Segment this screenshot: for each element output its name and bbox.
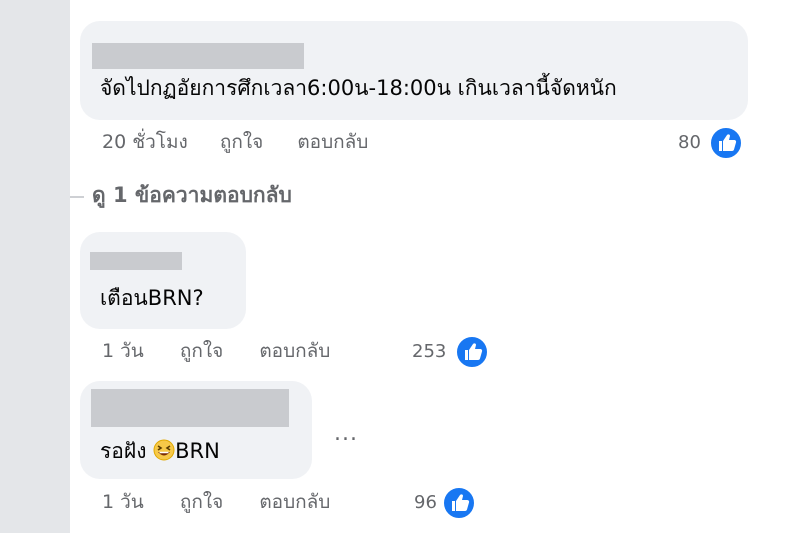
like-button[interactable]: ถูกใจ bbox=[220, 133, 263, 152]
comment-text: รอฝัง BRN bbox=[100, 439, 220, 462]
reply-button[interactable]: ตอบกลับ bbox=[259, 493, 330, 512]
view-replies-link[interactable]: ดู 1 ข้อความตอบกลับ bbox=[92, 185, 292, 206]
comment-text-prefix: รอฝัง bbox=[100, 439, 147, 463]
comment-actions-1: 20 ชั่วโมง ถูกใจ ตอบกลับ bbox=[102, 133, 368, 152]
comment-actions-2: 1 วัน ถูกใจ ตอบกลับ bbox=[102, 342, 330, 361]
author-name-redacted[interactable] bbox=[92, 43, 304, 69]
comment-text: จัดไปกฏอัยการศึกเวลา6:00น-18:00น เกินเวล… bbox=[100, 76, 617, 100]
reaction-count[interactable]: 96 bbox=[414, 494, 437, 512]
comment-timestamp[interactable]: 1 วัน bbox=[102, 493, 144, 512]
like-icon[interactable] bbox=[709, 126, 743, 160]
reaction-count[interactable]: 253 bbox=[412, 343, 446, 361]
grinning-squinting-face-icon bbox=[153, 439, 175, 461]
comment-text-suffix: BRN bbox=[175, 439, 220, 463]
more-options-button[interactable]: ... bbox=[334, 423, 358, 445]
side-panel-edge bbox=[0, 0, 70, 533]
comment-timestamp[interactable]: 20 ชั่วโมง bbox=[102, 133, 188, 152]
comment-actions-3: 1 วัน ถูกใจ ตอบกลับ bbox=[102, 493, 330, 512]
reaction-count[interactable]: 80 bbox=[678, 134, 701, 152]
comment-bubble-1: จัดไปกฏอัยการศึกเวลา6:00น-18:00น เกินเวล… bbox=[80, 21, 748, 120]
reply-button[interactable]: ตอบกลับ bbox=[297, 133, 368, 152]
comment-bubble-2: เตือนBRN? bbox=[80, 232, 246, 329]
comment-text: เตือนBRN? bbox=[100, 286, 204, 310]
like-button[interactable]: ถูกใจ bbox=[180, 493, 223, 512]
reply-button[interactable]: ตอบกลับ bbox=[259, 342, 330, 361]
like-icon[interactable] bbox=[455, 335, 489, 369]
like-button[interactable]: ถูกใจ bbox=[180, 342, 223, 361]
author-name-redacted[interactable] bbox=[91, 389, 289, 427]
comment-timestamp[interactable]: 1 วัน bbox=[102, 342, 144, 361]
thread-connector bbox=[70, 196, 84, 198]
comment-bubble-3: รอฝัง BRN bbox=[80, 381, 312, 479]
like-icon[interactable] bbox=[442, 486, 476, 520]
author-name-redacted[interactable] bbox=[90, 252, 182, 270]
